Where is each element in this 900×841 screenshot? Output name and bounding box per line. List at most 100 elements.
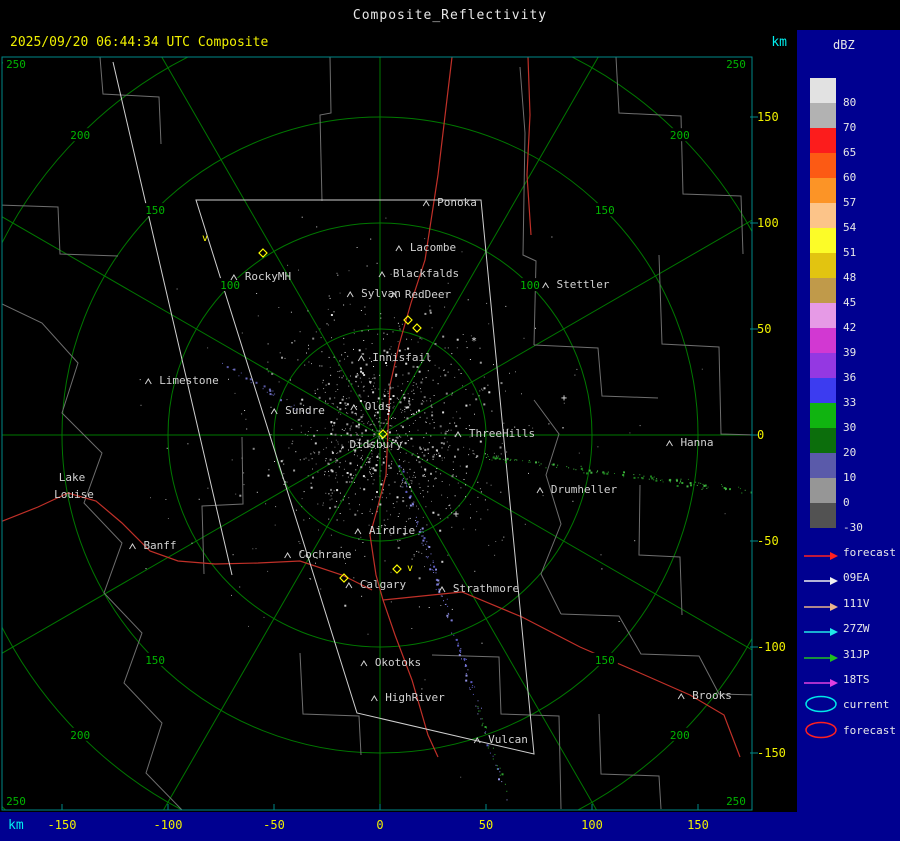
colorbar-swatch: [810, 428, 836, 453]
legend-label: 27ZW: [843, 622, 870, 636]
colorbar-value: 42: [843, 321, 857, 334]
colorbar-swatch: [810, 328, 836, 353]
bottom-axis-label: -100: [153, 818, 183, 832]
colorbar-value: 57: [843, 196, 857, 209]
city-label: RedDeer: [405, 288, 452, 301]
colorbar-swatch: [810, 228, 836, 253]
point-marker-icon: *: [471, 336, 477, 347]
legend-arrow-icon: [803, 649, 839, 668]
colorbar-value: 70: [843, 121, 857, 134]
radar-app-window: Composite_Reflectivity 2025/09/20 06:44:…: [0, 0, 900, 841]
svg-text:150: 150: [595, 204, 615, 217]
city-label: Sylvan: [361, 287, 401, 300]
town-marker-icon: [354, 528, 362, 535]
colorbar-value: 60: [843, 171, 857, 184]
legend-label: 31JP: [843, 647, 870, 661]
svg-text:200: 200: [70, 129, 90, 142]
town-marker-icon: [370, 695, 378, 702]
city-label: Airdrie: [369, 524, 415, 537]
city-label: Calgary: [360, 578, 407, 591]
colorbar-title: dBZ: [833, 38, 855, 52]
svg-text:100: 100: [220, 279, 240, 292]
colorbar-value: 48: [843, 271, 857, 284]
point-marker-icon: ·: [560, 423, 566, 434]
legend-label: 18TS: [843, 673, 870, 686]
colorbar-value: 33: [843, 396, 857, 409]
colorbar-swatch: [810, 203, 836, 228]
colorbar-value: 10: [843, 471, 857, 484]
radar-site-diamond-icon: [412, 323, 422, 333]
legend-ellipse-icon: [803, 694, 841, 718]
city-label: Sundre: [285, 404, 325, 417]
bottom-axis-label: -50: [263, 818, 285, 832]
town-marker-icon: [536, 487, 544, 494]
city-label: Banff: [143, 539, 176, 552]
svg-text:200: 200: [70, 729, 90, 742]
city-label: ThreeHills: [469, 427, 535, 440]
colorbar-value: -30: [843, 521, 863, 534]
svg-text:200: 200: [670, 729, 690, 742]
legend-label: current: [843, 698, 890, 711]
town-marker-icon: [350, 404, 358, 411]
colorbar-swatch: [810, 378, 836, 403]
right-axis-label: 100: [757, 216, 779, 230]
svg-text:150: 150: [145, 654, 165, 667]
legend-label: 09EA: [843, 571, 870, 585]
legend-label: forecast: [843, 546, 896, 559]
colorbar-value: 20: [843, 446, 857, 459]
town-marker-icon: [144, 378, 152, 385]
town-marker-icon: [542, 282, 550, 289]
point-marker-icon: +: [561, 393, 567, 404]
bottom-axis-label: 0: [376, 818, 384, 832]
colorbar-value: 0: [843, 496, 850, 509]
right-axis-label: 0: [757, 428, 764, 442]
legend-arrow-icon: [803, 547, 839, 566]
legend-arrow-icon: [803, 623, 839, 642]
city-label: Olds: [365, 400, 392, 413]
colorbar-value: 45: [843, 296, 857, 309]
svg-text:200: 200: [670, 129, 690, 142]
bottom-axis-label: 150: [687, 818, 709, 832]
colorbar-swatch: [810, 503, 836, 528]
svg-text:250: 250: [726, 58, 746, 71]
town-marker-icon: [284, 552, 292, 559]
city-label: RockyMH: [245, 270, 291, 283]
right-axis-label: 150: [757, 110, 779, 124]
town-marker-icon: [346, 291, 354, 298]
point-marker-icon: ·: [289, 338, 295, 349]
right-axis-label: -150: [757, 746, 786, 760]
point-marker-icon: v: [407, 563, 413, 574]
colorbar-value: 36: [843, 371, 857, 384]
colorbar-swatch: [810, 478, 836, 503]
colorbar-value: 51: [843, 246, 857, 259]
city-label: Hanna: [680, 436, 713, 449]
bottom-axis-bar: km -150 -100 -50 0 50 100 150: [0, 812, 900, 841]
legend-arrow-icon: [803, 572, 839, 591]
legend-ellipse-icon: [803, 720, 841, 744]
city-label: Strathmore: [453, 582, 519, 595]
svg-text:150: 150: [145, 204, 165, 217]
city-label: HighRiver: [385, 691, 445, 704]
city-label: Didsbury: [350, 438, 403, 451]
vertical-axis-unit: km: [771, 35, 787, 50]
colorbar-swatch: [810, 103, 836, 128]
svg-text:150: 150: [595, 654, 615, 667]
colorbar-value: 65: [843, 146, 857, 159]
colorbar-swatch: [810, 353, 836, 378]
city-label: Innisfail: [372, 351, 432, 364]
town-marker-icon: [345, 582, 353, 589]
right-axis-label: -50: [757, 534, 779, 548]
town-marker-icon: [395, 245, 403, 252]
window-title: Composite_Reflectivity: [352, 7, 548, 23]
city-label: Brooks: [692, 689, 732, 702]
colorbar-swatch: [810, 78, 836, 103]
city-label: Ponoka: [437, 196, 477, 209]
town-marker-icon: [422, 200, 430, 207]
colorbar-value: 80: [843, 96, 857, 109]
colorbar-swatch: [810, 128, 836, 153]
town-marker-icon: [677, 693, 685, 700]
svg-text:250: 250: [6, 795, 26, 808]
radar-map[interactable]: 100 150 200 250 100 150 200 250 150 200 250 150 200 2…: [0, 55, 797, 812]
radar-site-diamond-icon: [392, 564, 402, 574]
city-label: Stettler: [557, 278, 610, 291]
